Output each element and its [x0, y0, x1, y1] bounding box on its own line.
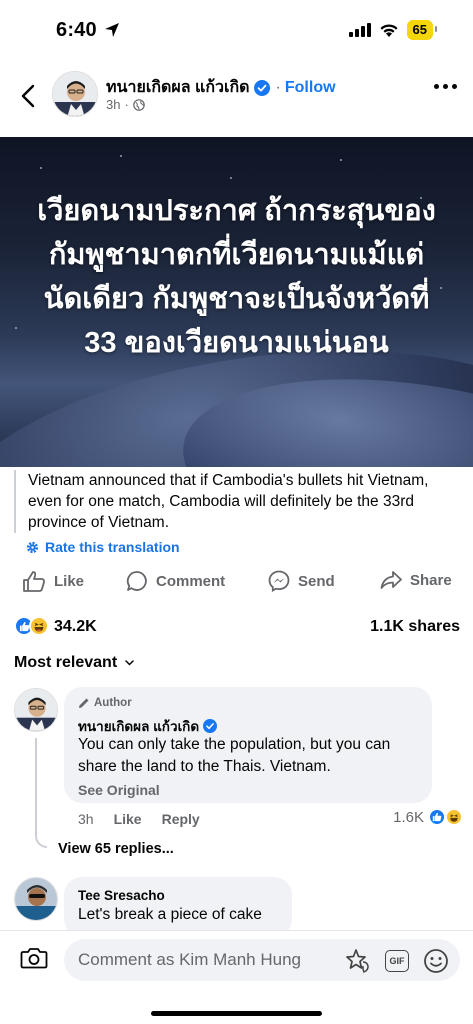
haha-reaction-icon [29, 616, 49, 636]
sort-label: Most relevant [14, 654, 118, 671]
author-badge-label: Author [94, 697, 132, 709]
share-count[interactable]: 1.1K shares [370, 618, 460, 636]
like-button[interactable]: Like [22, 570, 84, 592]
avatar-sticker-icon[interactable] [343, 948, 371, 974]
see-original-link[interactable]: See Original [78, 782, 160, 798]
star [230, 177, 232, 179]
comment-text: You can only take the population, but yo… [78, 736, 391, 775]
commenter-name-row: Tee Sresacho [78, 888, 165, 903]
status-time: 6:40 [56, 19, 97, 41]
separator-dot: · [275, 78, 281, 96]
home-indicator [151, 1011, 322, 1016]
composer-icons: GIF [343, 948, 449, 974]
comment-reaction-count: 1.6K [393, 808, 424, 826]
post-time-row: 3h · [106, 97, 145, 112]
battery-indicator: 65 [406, 20, 438, 40]
send-label: Send [298, 572, 335, 590]
comment-bubble-icon [126, 571, 147, 591]
dot [434, 84, 439, 89]
comment-reactions[interactable]: 1.6K [393, 808, 463, 826]
comment-bubble[interactable]: Author ทนายเกิดผล แก้วเกิด You can only … [64, 687, 432, 803]
globe-icon [133, 98, 145, 111]
rate-translation-label: Rate this translation [45, 539, 180, 555]
like-reaction-icon [428, 808, 446, 826]
location-arrow-icon [105, 23, 119, 37]
translation-block: Vietnam announced that if Cambodia's bul… [14, 470, 459, 533]
haha-reaction-icon [445, 808, 463, 826]
comment-composer: GIF [0, 930, 473, 1024]
star [40, 167, 42, 169]
verified-badge-icon [253, 79, 270, 96]
back-button[interactable] [14, 80, 42, 112]
dot [443, 84, 448, 89]
post-header: ทนายเกิดผล แก้วเกิด · Follow 3h · [0, 62, 473, 136]
dot [452, 84, 457, 89]
camera-icon [20, 948, 48, 969]
wifi-icon [380, 23, 398, 37]
gear-icon [26, 541, 39, 553]
share-button[interactable]: Share [380, 570, 452, 590]
comment-bubble[interactable]: Tee Sresacho Let's break a piece of cake [64, 877, 292, 937]
reaction-icons[interactable] [14, 616, 49, 636]
comment-time: 3h [78, 811, 94, 827]
comment-button[interactable]: Comment [126, 570, 225, 592]
like-label: Like [54, 572, 85, 590]
post-counts: 34.2K 1.1K shares [14, 614, 460, 640]
comment-avatar[interactable] [14, 688, 58, 732]
chevron-down-icon [125, 660, 134, 666]
author-avatar[interactable] [52, 71, 98, 117]
comment-label: Comment [156, 572, 226, 590]
translation-text: Vietnam announced that if Cambodia's bul… [28, 472, 429, 531]
pencil-icon [79, 698, 89, 708]
star [120, 155, 122, 157]
star [340, 159, 342, 161]
share-arrow-icon [380, 571, 402, 589]
avatar-image [15, 878, 57, 920]
post-image[interactable]: เวียดนามประกาศ ถ้ากระสุนของกัมพูชามาตกที… [0, 137, 473, 467]
reaction-count[interactable]: 34.2K [54, 618, 97, 636]
status-right: 65 [348, 20, 438, 40]
image-caption-text: เวียดนามประกาศ ถ้ากระสุนของกัมพูชามาตกที… [37, 195, 436, 359]
thumbs-up-icon [23, 571, 45, 592]
verified-badge-icon [203, 719, 218, 733]
send-button[interactable]: Send [268, 570, 335, 592]
comment-like-button[interactable]: Like [114, 811, 142, 827]
follow-button[interactable]: Follow [285, 79, 336, 97]
thread-line [35, 738, 47, 848]
gif-button[interactable]: GIF [385, 950, 409, 972]
emoji-icon[interactable] [423, 948, 449, 974]
gif-label: GIF [389, 956, 405, 966]
comment-reply-button[interactable]: Reply [162, 811, 200, 827]
messenger-icon [268, 570, 290, 592]
view-replies-link[interactable]: View 65 replies... [58, 841, 174, 857]
avatar-image [53, 72, 97, 116]
camera-button[interactable] [20, 946, 48, 975]
rate-translation-link[interactable]: Rate this translation [26, 539, 180, 555]
share-label: Share [410, 571, 452, 589]
more-options-button[interactable] [434, 84, 457, 89]
post-actions: Like Comment Send Share [0, 566, 473, 600]
commenter-name[interactable]: Tee Sresacho [78, 888, 165, 903]
post-time: 3h [106, 97, 121, 112]
comment-avatar[interactable] [14, 877, 58, 921]
author-badge: Author [78, 697, 132, 709]
signal-icon [348, 23, 371, 37]
separator-dot: · [124, 97, 129, 112]
status-bar: 6:40 65 [0, 0, 473, 62]
avatar-image [15, 689, 57, 731]
chevron-left-icon [21, 84, 35, 108]
comment-text: Let's break a piece of cake [78, 906, 262, 923]
comment-sort-dropdown[interactable]: Most relevant [14, 654, 134, 672]
comment-meta: 3h Like Reply [78, 811, 200, 827]
